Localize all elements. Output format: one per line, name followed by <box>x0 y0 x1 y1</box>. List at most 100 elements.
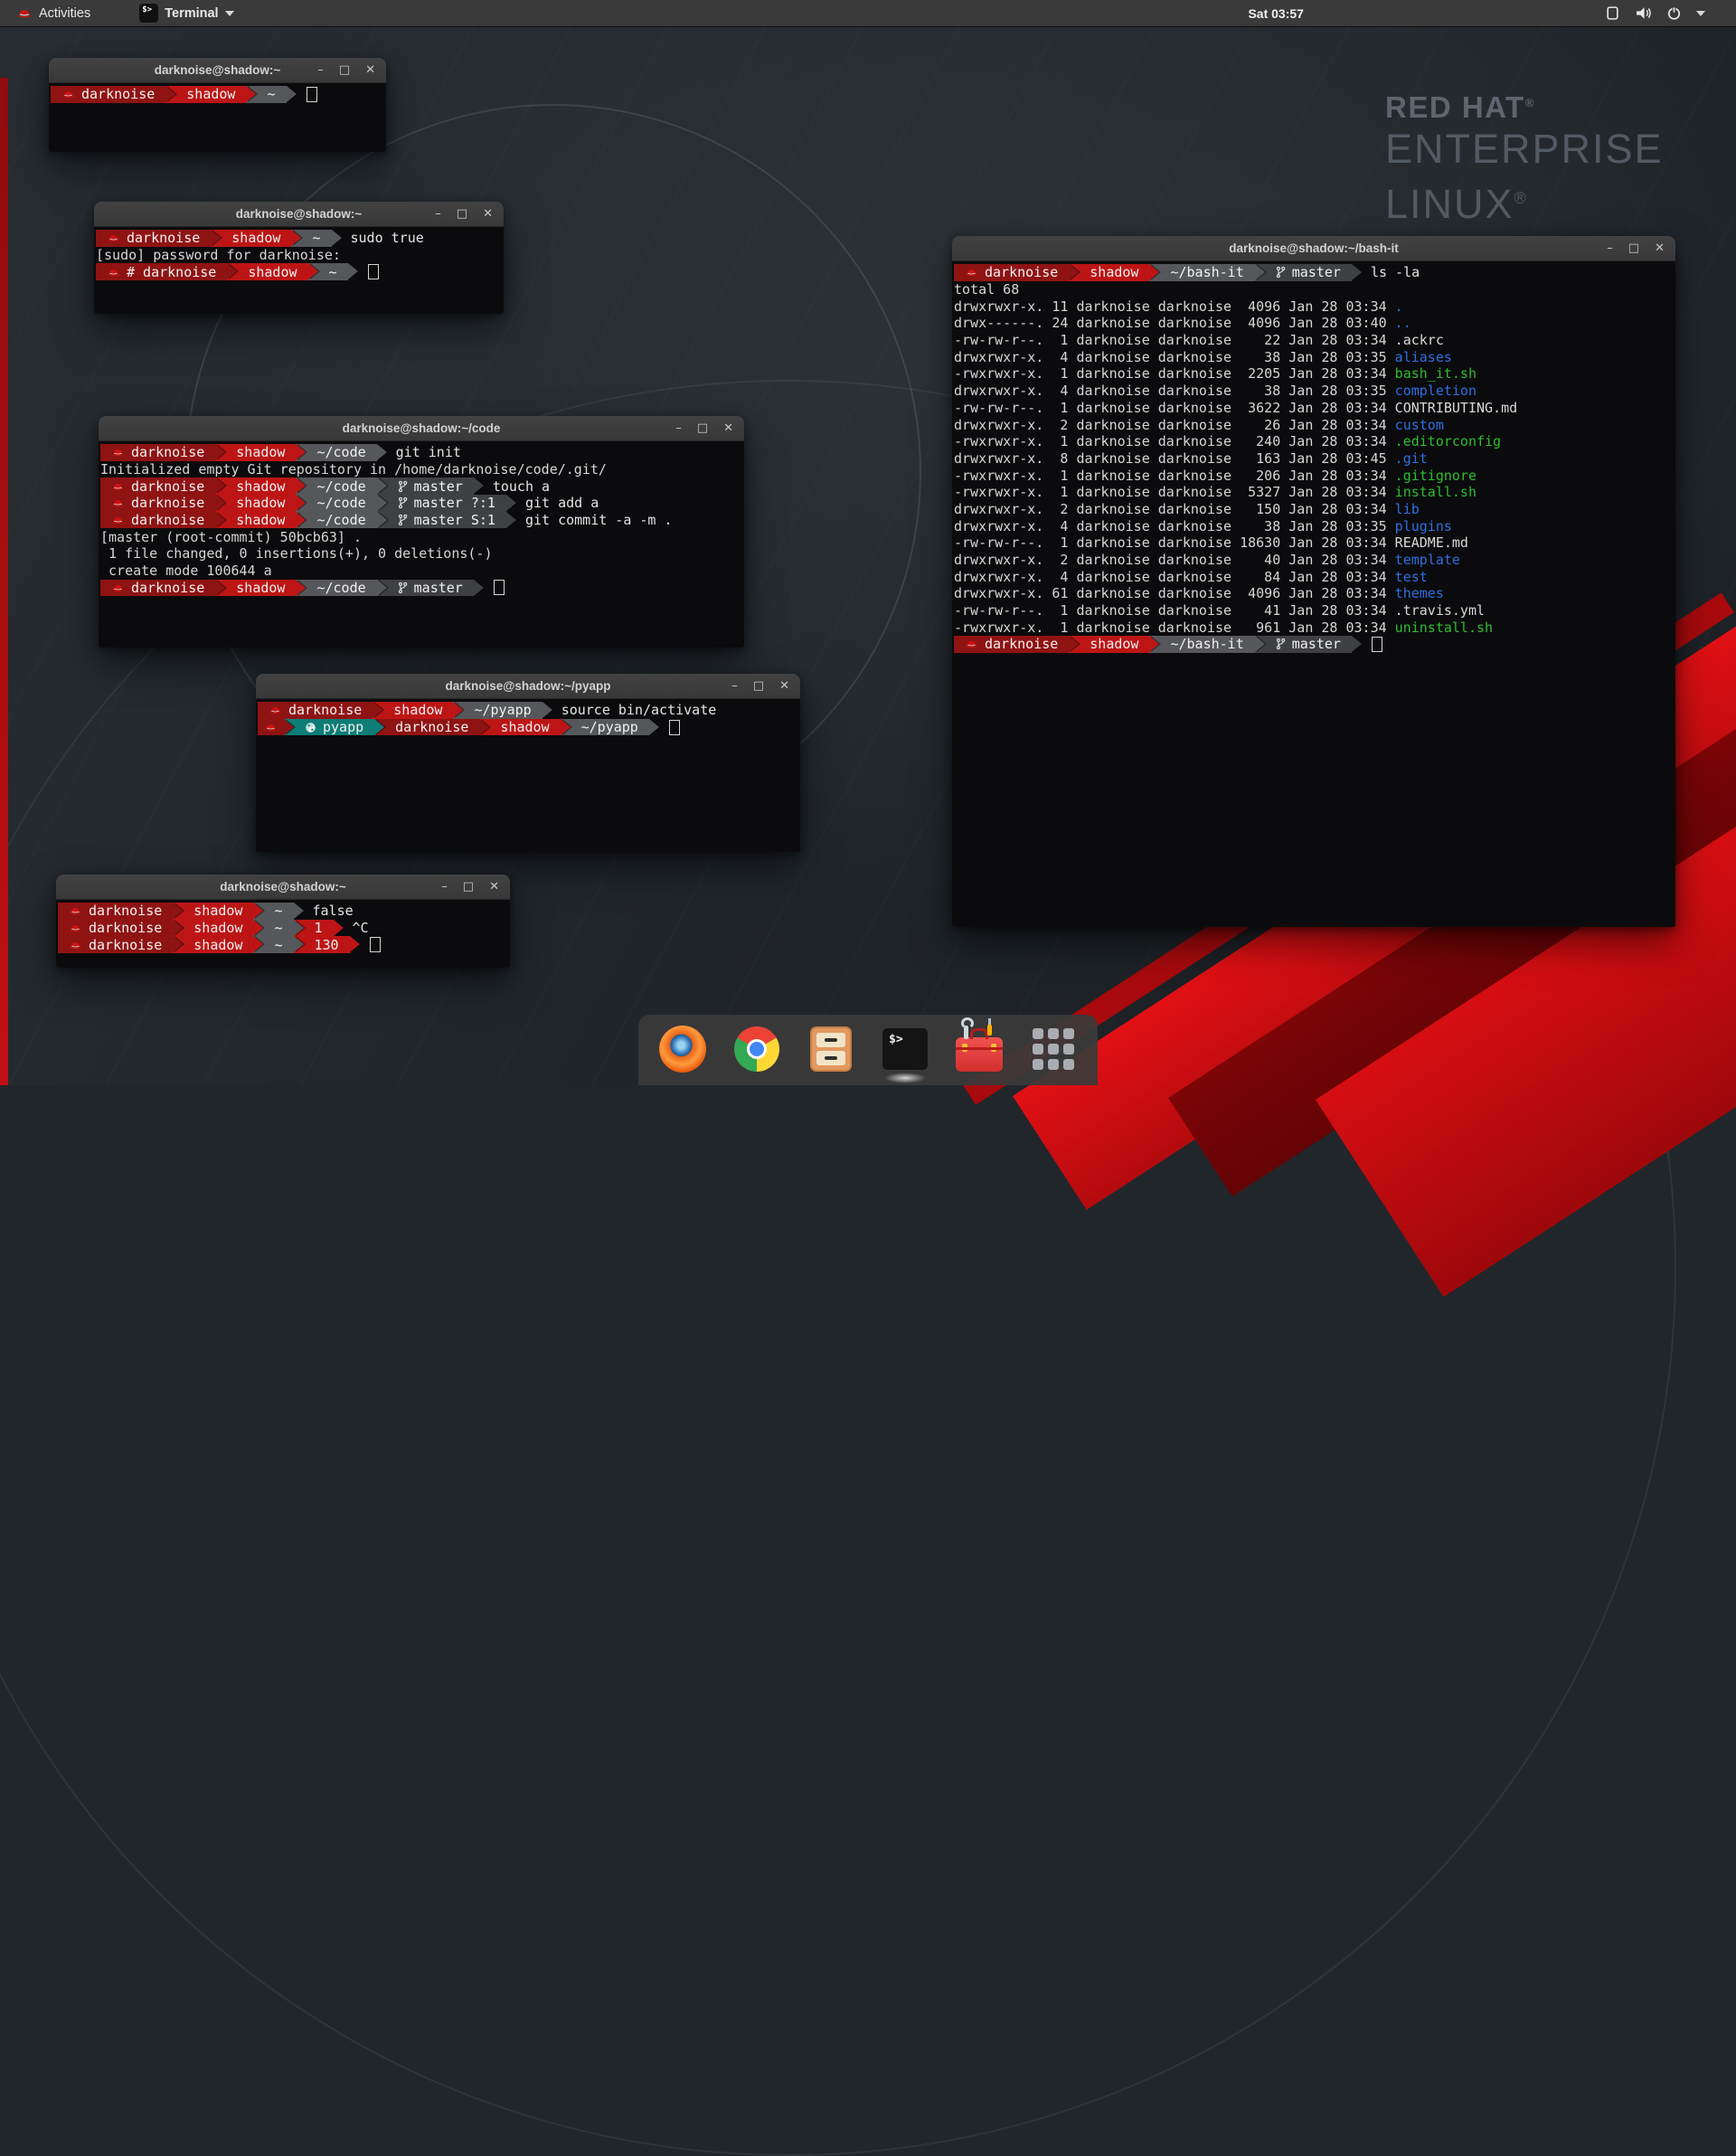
ls-row-name: .. <box>1395 315 1411 331</box>
prompt-line: darknoiseshadow~/pyappsource bin/activat… <box>258 702 798 719</box>
app-menu-terminal[interactable]: $> Terminal <box>130 0 242 26</box>
window-titlebar[interactable]: darknoise@shadow:~–□✕ <box>56 875 510 900</box>
redhat-logo-icon <box>16 7 33 19</box>
minimize-button[interactable]: – <box>1607 236 1613 260</box>
terminal-cursor <box>1372 637 1382 652</box>
maximize-button[interactable]: □ <box>1628 236 1639 260</box>
command-text: git init <box>396 444 461 460</box>
powerline-separator-icon <box>542 702 552 719</box>
maximize-button[interactable]: □ <box>457 202 467 226</box>
powerline-segment: darknoise <box>100 512 215 529</box>
powerline-separator-icon <box>215 478 225 495</box>
ls-row-name: .travis.yml <box>1395 602 1485 619</box>
powerline-segment: master <box>387 580 474 597</box>
terminal-cursor <box>368 264 379 279</box>
window-titlebar[interactable]: darknoise@shadow:~/bash-it–□✕ <box>952 236 1675 261</box>
ls-row-name: custom <box>1395 417 1444 433</box>
powerline-segment: shadow <box>225 478 296 495</box>
powerline-segment: master <box>387 478 474 495</box>
segment-label: ~ <box>274 937 282 953</box>
window-titlebar[interactable]: darknoise@shadow:~/code–□✕ <box>99 416 744 441</box>
segment-label: ~ <box>329 264 337 280</box>
toolbox-icon <box>956 1037 1003 1072</box>
clock[interactable]: Sat 03:57 <box>1248 6 1303 21</box>
powerline-segment: ~ <box>301 230 331 247</box>
window-titlebar[interactable]: darknoise@shadow:~/pyapp–□✕ <box>256 674 800 699</box>
terminal-window-t4: darknoise@shadow:~/pyapp–□✕darknoiseshad… <box>256 674 800 852</box>
powerline-separator-icon <box>374 719 384 736</box>
maximize-button[interactable]: □ <box>463 875 474 899</box>
terminal-content[interactable]: darknoiseshadow~sudo true[sudo] password… <box>94 227 504 314</box>
git-branch-icon <box>398 480 408 493</box>
segment-label: # darknoise <box>127 264 216 280</box>
terminal-content[interactable]: darknoise shadow ~/code git initInitialized… <box>99 441 744 648</box>
close-button[interactable]: ✕ <box>723 416 733 440</box>
dock-app-grid-button[interactable] <box>1029 1025 1078 1073</box>
terminal-content[interactable]: darknoiseshadow~/pyappsource bin/activat… <box>256 699 800 852</box>
system-status-area[interactable] <box>1605 5 1736 21</box>
ls-row-name: aliases <box>1395 349 1452 365</box>
ls-row-name: CONTRIBUTING.md <box>1395 400 1517 416</box>
dock-terminal-button[interactable]: $> <box>881 1025 929 1073</box>
close-button[interactable]: ✕ <box>365 58 375 82</box>
powerline-segment: shadow <box>382 702 453 719</box>
maximize-button[interactable]: □ <box>339 58 350 82</box>
ls-row-meta: drwxrwxr-x. 4 darknoise darknoise 38 Jan… <box>954 518 1395 534</box>
powerline-separator-icon <box>334 920 344 937</box>
chevron-down-icon <box>225 11 234 16</box>
dock-toolbox-button[interactable] <box>955 1025 1004 1073</box>
terminal-content[interactable]: darknoiseshadow~ <box>49 83 386 152</box>
close-button[interactable]: ✕ <box>1655 236 1665 260</box>
ls-row-name: .editorconfig <box>1395 433 1501 449</box>
window-titlebar[interactable]: darknoise@shadow:~–□✕ <box>49 58 386 83</box>
segment-label: shadow <box>236 512 285 528</box>
prompt-line: darknoiseshadow~/codemastertouch a <box>100 478 742 495</box>
close-button[interactable]: ✕ <box>489 875 499 899</box>
git-branch-icon <box>398 582 408 594</box>
segment-label: ~/pyapp <box>474 702 531 718</box>
activities-button[interactable]: Activities <box>7 0 99 26</box>
python-venv-icon <box>305 722 316 733</box>
output-line: Initialized empty Git repository in /hom… <box>100 461 742 478</box>
segment-label: master S:1 <box>414 512 495 528</box>
powerline-segment: 130 <box>304 936 350 953</box>
terminal-output: [sudo] password for darknoise: <box>96 247 341 263</box>
powerline-separator-icon <box>296 512 306 529</box>
ls-row-meta: drwxrwxr-x. 4 darknoise darknoise 38 Jan… <box>954 383 1395 399</box>
powerline-separator-icon <box>287 86 297 103</box>
minimize-button[interactable]: – <box>435 202 441 226</box>
terminal-output: [master (root-commit) 50bcb63] . <box>100 529 362 545</box>
prompt-line: darknoiseshadow~/codemaster <box>100 580 742 597</box>
minimize-button[interactable]: – <box>731 674 738 698</box>
segment-label: master <box>414 580 463 596</box>
window-titlebar[interactable]: darknoise@shadow:~–□✕ <box>94 202 504 227</box>
maximize-button[interactable]: □ <box>753 674 764 698</box>
powerline-segment: darknoise <box>96 230 211 247</box>
prompt-line: darknoiseshadow~false <box>58 903 508 920</box>
ls-row-name: template <box>1395 552 1460 568</box>
powerline-segment: ~/code <box>306 512 376 529</box>
powerline-segment: shadow <box>183 936 253 953</box>
powerline-separator-icon <box>1149 264 1159 281</box>
powerline-separator-icon <box>377 478 387 495</box>
powerline-separator-icon <box>561 719 571 736</box>
dock-files-button[interactable] <box>807 1025 855 1073</box>
minimize-button[interactable]: – <box>675 416 682 440</box>
minimize-button[interactable]: – <box>441 875 448 899</box>
git-branch-icon <box>398 496 408 509</box>
powerline-segment: darknoise <box>954 264 1069 281</box>
dock-chrome-button[interactable] <box>732 1025 781 1073</box>
close-button[interactable]: ✕ <box>483 202 493 226</box>
terminal-content[interactable]: darknoiseshadow~/bash-itmasterls -latota… <box>952 261 1675 927</box>
close-button[interactable]: ✕ <box>779 674 789 698</box>
maximize-button[interactable]: □ <box>697 416 708 440</box>
terminal-content[interactable]: darknoiseshadow~falsedarknoiseshadow~1^C… <box>56 900 510 968</box>
ls-row-name: .git <box>1395 450 1428 467</box>
powerline-segment: shadow <box>225 495 296 512</box>
minimize-button[interactable]: – <box>317 58 324 82</box>
powerline-separator-icon <box>474 478 484 495</box>
output-line: [sudo] password for darknoise: <box>96 247 502 264</box>
dock-firefox-button[interactable] <box>658 1025 707 1073</box>
power-icon <box>1666 5 1682 21</box>
powerline-segment: master ?:1 <box>387 495 506 512</box>
